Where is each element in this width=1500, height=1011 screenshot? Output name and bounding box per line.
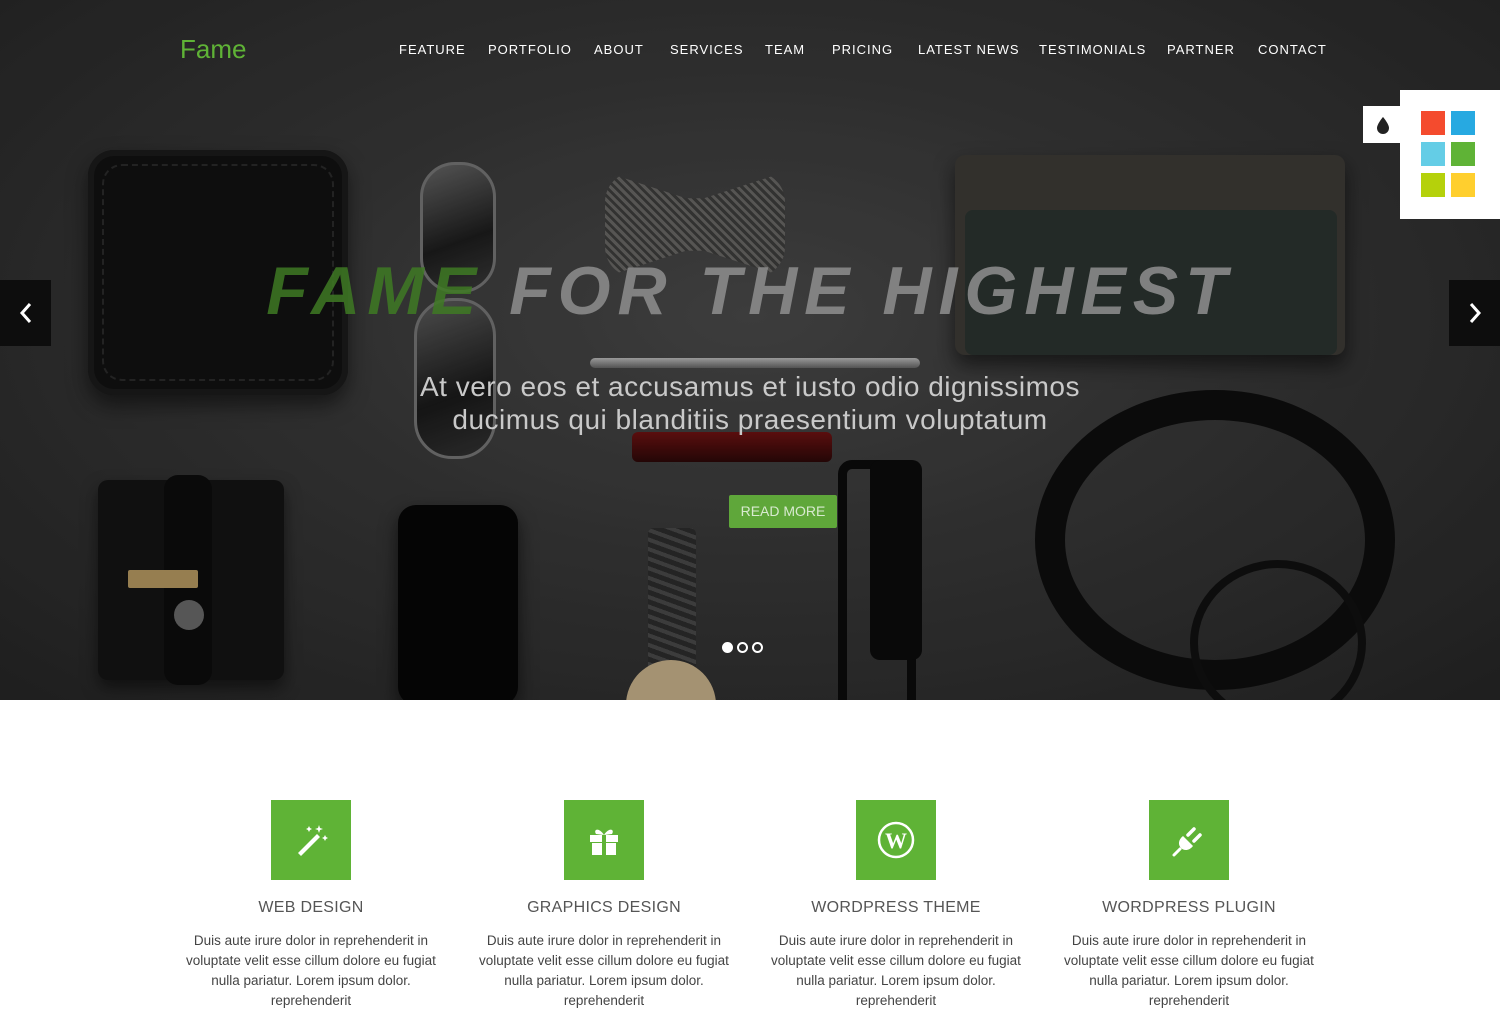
nav-item-team[interactable]: TEAM — [765, 42, 805, 57]
feature-icon-box — [564, 800, 644, 880]
feature-title: WEB DESIGN — [258, 899, 364, 916]
hero-subtitle: At vero eos et accusamus et iusto odio d… — [0, 370, 1500, 436]
slider-pagination — [722, 640, 767, 658]
slider-next-button[interactable] — [1449, 280, 1500, 346]
feature-icon-box — [1149, 800, 1229, 880]
nav-item-latest-news[interactable]: LATEST NEWS — [918, 42, 1020, 57]
style-switcher-panel — [1400, 90, 1500, 219]
feature-description: Duis aute irure dolor in reprehenderit i… — [1064, 933, 1314, 1008]
svg-text:W: W — [885, 828, 907, 853]
read-more-button[interactable]: READ MORE — [729, 495, 837, 528]
droplet-icon — [1377, 117, 1389, 135]
hero-subtitle-line: At vero eos et accusamus et iusto odio d… — [420, 371, 1080, 402]
hero-overlay — [0, 0, 1500, 700]
gift-icon — [590, 829, 618, 855]
chevron-right-icon — [1469, 303, 1481, 323]
nav-item-partner[interactable]: PARTNER — [1167, 42, 1235, 57]
plug-icon — [1172, 827, 1202, 857]
nav-item-portfolio[interactable]: PORTFOLIO — [488, 42, 572, 57]
nav-item-feature[interactable]: FEATURE — [399, 42, 466, 57]
hero-headline-rest: FOR THE HIGHEST — [509, 253, 1234, 329]
nav-item-services[interactable]: SERVICES — [670, 42, 744, 57]
slider-dot-3[interactable] — [752, 642, 763, 653]
feature-icon-box — [271, 800, 351, 880]
nav-item-pricing[interactable]: PRICING — [832, 42, 893, 57]
feature-title: WORDPRESS THEME — [811, 899, 981, 916]
slider-dot-1[interactable] — [722, 642, 733, 653]
nav-item-testimonials[interactable]: TESTIMONIALS — [1039, 42, 1146, 57]
color-swatch-red[interactable] — [1421, 111, 1445, 135]
feature-web-design: WEB DESIGN Duis aute irure dolor in repr… — [165, 800, 457, 1011]
color-swatch-yellow[interactable] — [1451, 173, 1475, 197]
feature-description: Duis aute irure dolor in reprehenderit i… — [186, 933, 436, 1008]
feature-description: Duis aute irure dolor in reprehenderit i… — [771, 933, 1021, 1008]
hero-slider: Fame FEATURE PORTFOLIO ABOUT SERVICES TE… — [0, 0, 1500, 700]
feature-wordpress-theme: W WORDPRESS THEME Duis aute irure dolor … — [750, 800, 1042, 1011]
style-switcher-toggle[interactable] — [1363, 106, 1403, 143]
feature-title: GRAPHICS DESIGN — [527, 899, 681, 916]
hero-headline: FAME FOR THE HIGHEST — [0, 252, 1500, 330]
nav-item-contact[interactable]: CONTACT — [1258, 42, 1327, 57]
slider-prev-button[interactable] — [0, 280, 51, 346]
feature-description: Duis aute irure dolor in reprehenderit i… — [479, 933, 729, 1008]
hero-subtitle-line: ducimus qui blanditiis praesentium volup… — [452, 404, 1048, 435]
feature-graphics-design: GRAPHICS DESIGN Duis aute irure dolor in… — [458, 800, 750, 1011]
feature-wordpress-plugin: WORDPRESS PLUGIN Duis aute irure dolor i… — [1043, 800, 1335, 1011]
site-logo[interactable]: Fame — [180, 34, 246, 65]
color-swatch-light-blue[interactable] — [1421, 142, 1445, 166]
color-swatch-lime[interactable] — [1421, 173, 1445, 197]
feature-icon-box: W — [856, 800, 936, 880]
feature-title: WORDPRESS PLUGIN — [1102, 899, 1276, 916]
color-swatch-green[interactable] — [1451, 142, 1475, 166]
nav-item-about[interactable]: ABOUT — [594, 42, 644, 57]
wordpress-icon: W — [877, 821, 915, 859]
color-swatch-blue[interactable] — [1451, 111, 1475, 135]
magic-wand-icon — [298, 825, 328, 856]
slider-dot-2[interactable] — [737, 642, 748, 653]
chevron-left-icon — [19, 303, 31, 323]
hero-headline-accent: FAME — [266, 253, 484, 329]
